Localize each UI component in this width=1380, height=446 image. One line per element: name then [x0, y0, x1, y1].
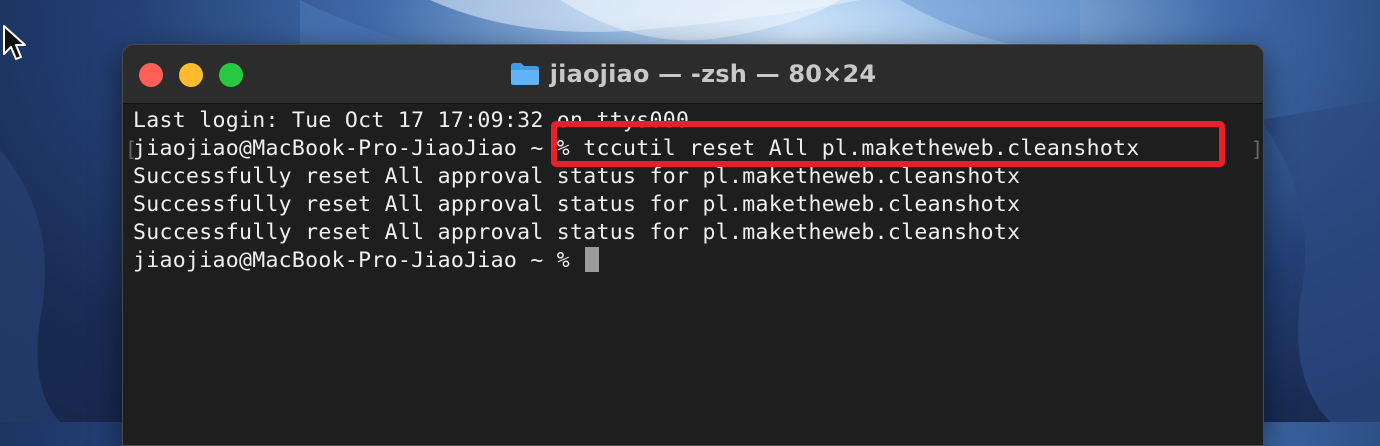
terminal-output[interactable]: Last login: Tue Oct 17 17:09:32 on ttys0… [123, 104, 1263, 445]
output-line: Successfully reset All approval status f… [133, 164, 1021, 189]
prompt-line[interactable]: jiaojiao@MacBook-Pro-JiaoJiao ~ % [133, 247, 600, 275]
folder-icon [510, 63, 539, 85]
output-line: Successfully reset All approval status f… [133, 192, 1021, 217]
mark-bracket-left: [ [125, 137, 138, 161]
mark-bracket-right: ] [1251, 137, 1264, 161]
prompt-text: jiaojiao@MacBook-Pro-JiaoJiao ~ % [133, 248, 584, 273]
text-cursor [585, 247, 600, 272]
window-title-group: jiaojiao — -zsh — 80×24 [123, 45, 1263, 103]
terminal-window: jiaojiao — -zsh — 80×24 Last login: Tue … [122, 44, 1264, 446]
annotation-highlight-box [551, 121, 1225, 167]
mouse-pointer-icon [3, 25, 26, 60]
window-title: jiaojiao — -zsh — 80×24 [549, 60, 877, 88]
title-bar[interactable]: jiaojiao — -zsh — 80×24 [123, 45, 1263, 104]
output-line: Successfully reset All approval status f… [133, 220, 1021, 245]
